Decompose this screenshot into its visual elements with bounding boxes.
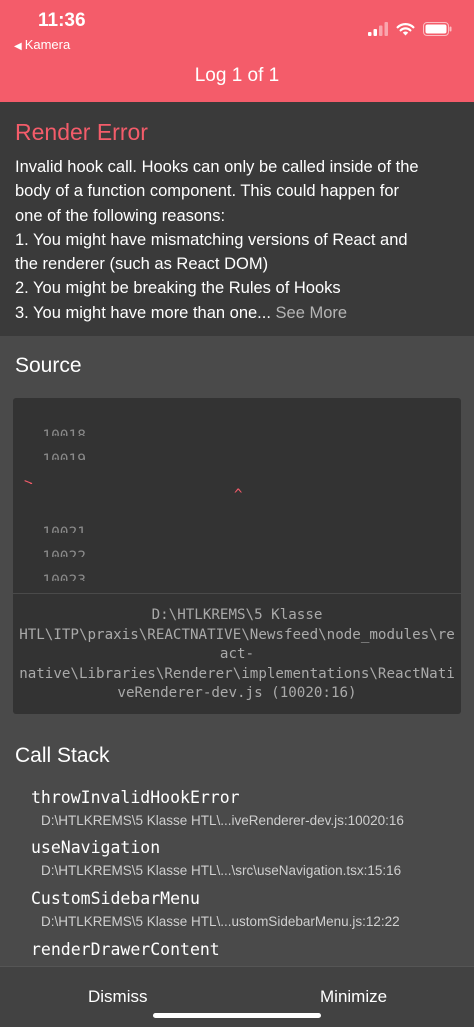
- error-line-marker: >: [24, 476, 33, 484]
- stack-frame[interactable]: renderDrawerContent: [31, 940, 471, 959]
- app-header: 11:36 ◀ Kamera Log 1 of 1: [0, 0, 474, 102]
- error-message-line: 3. You might have more than one...: [15, 303, 271, 322]
- code-line: 10022 );: [13, 533, 461, 557]
- status-time: 11:36: [38, 10, 86, 31]
- line-number: 10018: [42, 428, 86, 436]
- code-line: 10023 }: [13, 557, 461, 581]
- stack-frame-function: useNavigation: [31, 838, 161, 857]
- line-number: 10019: [42, 452, 86, 460]
- stack-frame[interactable]: useNavigation D:\HTLKREMS\5 Klasse HTL\.…: [31, 838, 471, 878]
- status-icons: [368, 21, 452, 37]
- line-number: 10022: [42, 549, 86, 557]
- source-title: Source: [15, 354, 82, 377]
- file-path-line: HTL\ITP\praxis\REACTNATIVE\Newsfeed\node…: [19, 626, 455, 643]
- log-title: Log 1 of 1: [194, 65, 280, 86]
- battery-icon: [423, 22, 452, 36]
- error-title: Render Error: [15, 119, 148, 145]
- minimize-button[interactable]: Minimize: [320, 987, 387, 1007]
- code-line-highlighted: > 10020 throw Error(: [13, 460, 461, 484]
- error-message-line: the renderer (such as React DOM): [15, 255, 269, 274]
- dismiss-button[interactable]: Dismiss: [88, 987, 148, 1007]
- file-path-line: native\Libraries\Renderer\implementation…: [19, 665, 455, 682]
- stack-frame[interactable]: throwInvalidHookError D:\HTLKREMS\5 Klas…: [31, 788, 471, 828]
- file-path-line: act-: [219, 646, 255, 662]
- stack-frame-location: D:\HTLKREMS\5 Klasse HTL\...\src\useNavi…: [41, 863, 402, 878]
- stack-frame-function: CustomSidebarMenu: [31, 889, 200, 908]
- file-path-line: veRenderer-dev.js (10020:16): [117, 685, 357, 701]
- file-path-line: D:\HTLKREMS\5 Klasse: [151, 607, 323, 623]
- back-arrow-icon: ◀: [14, 41, 22, 52]
- stack-frame-function: throwInvalidHookError: [31, 788, 240, 807]
- back-app-label: Kamera: [24, 37, 71, 52]
- back-to-app-link[interactable]: ◀ Kamera: [14, 37, 70, 52]
- code-line: 10018 function throwInvalidHookError() {: [13, 412, 461, 436]
- error-caret: ^: [234, 487, 243, 503]
- stack-frame-location: D:\HTLKREMS\5 Klasse HTL\...iveRenderer-…: [41, 813, 404, 828]
- wifi-icon: [396, 23, 415, 36]
- see-more-link[interactable]: See More: [276, 304, 348, 322]
- stack-frame-location: D:\HTLKREMS\5 Klasse HTL\...ustomSidebar…: [41, 914, 400, 929]
- error-message-line: Invalid hook call. Hooks can only be cal…: [15, 158, 419, 176]
- call-stack-title: Call Stack: [15, 744, 110, 767]
- stack-frame[interactable]: CustomSidebarMenu D:\HTLKREMS\5 Klasse H…: [31, 889, 471, 929]
- error-message-line: 1. You might have mismatching versions o…: [15, 230, 408, 249]
- error-message-line: body of a function component. This could…: [15, 182, 400, 201]
- home-indicator[interactable]: [153, 1013, 321, 1018]
- error-message-line: one of the following reasons:: [15, 206, 226, 225]
- line-number: 10023: [42, 573, 86, 581]
- error-message-last-line: 3. You might have more than one... See M…: [15, 301, 465, 325]
- source-file-path[interactable]: D:\HTLKREMS\5 Klasse HTL\ITP\praxis\REACT…: [0, 606, 474, 704]
- error-message-line: 2. You might be breaking the Rules of Ho…: [15, 279, 341, 298]
- code-line: 10021 "Invalid hook call. Hooks can only: [13, 509, 461, 533]
- error-message: Invalid hook call. Hooks can only be cal…: [15, 155, 465, 325]
- code-divider: [13, 593, 461, 594]
- stack-frame-function: renderDrawerContent: [31, 940, 220, 959]
- code-line: 10019 {: [13, 436, 461, 460]
- signal-icon: [368, 22, 388, 36]
- line-number: 10021: [42, 525, 86, 533]
